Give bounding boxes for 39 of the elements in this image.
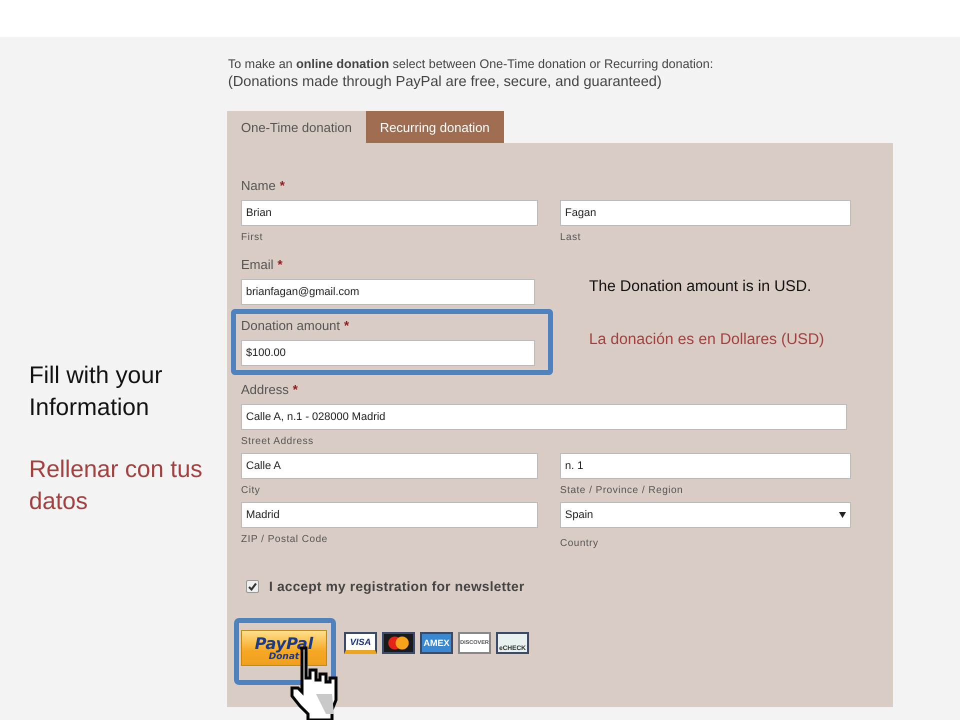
tab[interactable]: One-Time donation	[227, 111, 366, 143]
slide-note: Fill with your Information	[29, 361, 164, 423]
checkbox[interactable]	[246, 580, 259, 593]
input-field[interactable]: n. 1	[560, 453, 851, 479]
annotation-text: The Donation amount is in USD.	[589, 277, 812, 297]
field-caption: Street Address	[241, 435, 315, 449]
field-caption: Last	[560, 231, 582, 245]
field-label: Address	[241, 381, 289, 399]
checkbox-label: I accept my registration for newsletter	[269, 579, 525, 594]
field-caption: First	[241, 231, 264, 245]
card-logo-icon: VISA	[344, 632, 377, 654]
caret-icon	[839, 512, 846, 518]
field-caption: City	[241, 484, 262, 498]
input-field[interactable]: Calle A, n.1 - 028000 Madrid	[241, 404, 847, 430]
required-mark: *	[292, 381, 298, 399]
required-mark: *	[278, 256, 283, 274]
country-select[interactable]: Spain	[560, 502, 851, 528]
input-field[interactable]: Madrid	[241, 502, 538, 528]
input-field[interactable]: Calle A	[241, 453, 538, 479]
field-caption: State / Province / Region	[560, 484, 684, 498]
tab[interactable]: Recurring donation	[366, 111, 504, 143]
required-mark: *	[344, 317, 350, 335]
card-logo-icon	[382, 632, 415, 654]
intro-text: To make an online donation select between One-Time donation or Recurring donation:	[228, 56, 714, 73]
annotation-text: La donación es en Dollares (USD)	[589, 330, 824, 350]
field-label: Donation amount	[241, 317, 340, 335]
input-field[interactable]: $100.00	[241, 340, 535, 366]
field-caption: Country	[560, 537, 600, 551]
required-mark: *	[280, 177, 285, 195]
field-label: Name	[241, 177, 276, 195]
input-field[interactable]: Fagan	[560, 200, 851, 226]
paypal-donate-button[interactable]: PayPal Donat	[241, 630, 327, 666]
intro-note: (Donations made through PayPal are free, secure, and guaranteed)	[228, 73, 663, 91]
input-field[interactable]: brianfagan@gmail.com	[241, 279, 535, 305]
field-label: Email	[241, 256, 274, 274]
input-field[interactable]: Brian	[241, 200, 538, 226]
field-caption: ZIP / Postal Code	[241, 533, 329, 547]
card-logo-icon: AMEX	[420, 632, 453, 654]
slide-note: Rellenar con tus datos	[29, 455, 204, 517]
